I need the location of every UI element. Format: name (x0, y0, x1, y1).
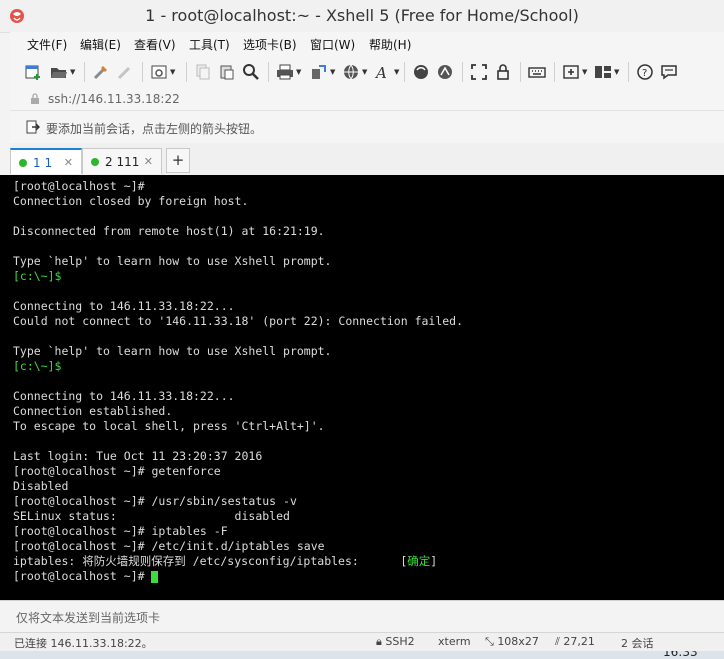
terminal-cursor (151, 570, 159, 583)
new-session-icon[interactable] (24, 62, 42, 82)
menu-bar: 文件(F) 编辑(E) 查看(V) 工具(T) 选项卡(B) 窗口(W) 帮助(… (10, 32, 724, 56)
terminal-line: Connection closed by foreign host. (13, 194, 249, 208)
menu-tools[interactable]: 工具(T) (189, 36, 230, 53)
fullscreen-icon[interactable] (470, 62, 488, 82)
lock-icon: 🔒︎ (376, 635, 382, 648)
reconnect-icon[interactable] (92, 62, 110, 82)
terminal-line: [root@localhost ~]# (13, 569, 159, 584)
protocol-status: 🔒︎ SSH2 (376, 635, 415, 649)
menu-tabs[interactable]: 选项卡(B) (243, 36, 297, 53)
cursor-position-status: ⫽ 27,21 (555, 635, 595, 649)
terminal-line: [root@localhost ~]# (13, 179, 145, 193)
address-bar: ssh://146.11.33.18:22 (10, 88, 724, 111)
disconnect-icon[interactable] (116, 62, 134, 82)
print-icon[interactable]: ▼ (276, 62, 301, 82)
compose-input[interactable]: 仅将文本发送到当前选项卡 (16, 609, 160, 626)
menu-file[interactable]: 文件(F) (27, 36, 67, 53)
menu-help[interactable]: 帮助(H) (369, 36, 411, 53)
connection-status: 已连接 146.11.33.18:22。 (14, 637, 153, 650)
local-shell-prompt: [c:\~]$ (13, 269, 62, 283)
terminal-area[interactable]: [root@localhost ~]# Connection closed by… (0, 175, 724, 600)
terminal-line: Last login: Tue Oct 11 23:20:37 2016 (13, 449, 263, 463)
tab-bar: 1 1 ✕ 2 111 ✕ + (10, 143, 724, 175)
svg-text:?: ? (642, 68, 647, 79)
terminal-line: iptables: 将防火墙规则保存到 /etc/sysconfig/iptab… (13, 554, 437, 569)
cursor-pos-label: 27,21 (563, 635, 595, 648)
paste-icon[interactable] (218, 62, 236, 82)
encoding-icon[interactable]: ▼ (342, 62, 367, 82)
lock-icon (31, 93, 39, 104)
size-status: ⤡ 108x27 (485, 635, 539, 649)
terminal-line: To escape to local shell, press 'Ctrl+Al… (13, 419, 325, 433)
terminal-type-status: xterm (438, 635, 471, 648)
ok-status: 确定 (407, 554, 431, 568)
protocol-label: SSH2 (385, 635, 415, 648)
session-address[interactable]: ssh://146.11.33.18:22 (48, 92, 180, 106)
xmanager-icon[interactable] (436, 62, 454, 82)
copy-icon[interactable] (194, 62, 212, 82)
xftp-icon[interactable] (412, 62, 430, 82)
terminal-text: ] (430, 554, 438, 568)
layout-icon[interactable]: ▼ (594, 62, 619, 82)
terminal-line: [root@localhost ~]# /etc/init.d/iptables… (13, 539, 325, 553)
terminal-line: [root@localhost ~]# /usr/sbin/sestatus -… (13, 494, 297, 508)
tab-label: 1 1 (33, 156, 53, 170)
lock-icon[interactable] (494, 62, 512, 82)
terminal-line: Type `help' to learn how to use Xshell p… (13, 254, 332, 268)
compose-bar[interactable]: 仅将文本发送到当前选项卡 (0, 600, 724, 633)
new-tab-button[interactable]: + (166, 148, 190, 173)
menu-edit[interactable]: 编辑(E) (80, 36, 121, 53)
terminal-line: Connecting to 146.11.33.18:22... (13, 389, 235, 403)
session-count-status: 2 会话 (621, 637, 654, 650)
menu-view[interactable]: 查看(V) (134, 36, 176, 53)
session-hint-bar: 要添加当前会话，点击左侧的箭头按钮。 (10, 111, 724, 144)
terminal-line: Disabled (13, 479, 69, 493)
session-hint-text: 要添加当前会话，点击左侧的箭头按钮。 (46, 122, 263, 136)
connection-status-icon (91, 158, 99, 166)
properties-icon[interactable]: ▼ (150, 62, 175, 82)
size-label: 108x27 (497, 635, 539, 648)
window-title: 1 - root@localhost:~ - Xshell 5 (Free fo… (145, 6, 579, 25)
local-shell-prompt: [c:\~]$ (13, 359, 62, 373)
terminal-text: iptables: 将防火墙规则保存到 /etc/sysconfig/iptab… (13, 554, 408, 568)
status-bar: 已连接 146.11.33.18:22。 🔒︎ SSH2 xterm ⤡ 108… (0, 632, 724, 652)
resize-icon: ⤡ (485, 635, 494, 648)
svg-text:A: A (374, 64, 387, 81)
tab-1[interactable]: 1 1 ✕ (10, 148, 82, 174)
transfer-icon[interactable]: ▼ (310, 62, 335, 82)
terminal-line: [root@localhost ~]# getenforce (13, 464, 221, 478)
terminal-text: [root@localhost ~]# (13, 569, 152, 583)
toolbar: ▼ ▼ ▼ ▼ ▼ A ▼ ▼ ▼ ? (10, 56, 724, 89)
terminal-line: Type `help' to learn how to use Xshell p… (13, 344, 332, 358)
connection-status-icon (19, 159, 27, 167)
cursor-icon: ⫽ (555, 635, 560, 648)
terminal-line: Disconnected from remote host(1) at 16:2… (13, 224, 325, 238)
add-session-arrow-icon[interactable] (26, 120, 40, 134)
terminal-line: [root@localhost ~]# iptables -F (13, 524, 228, 538)
keyboard-icon[interactable] (528, 62, 546, 82)
tab-label: 2 111 (105, 155, 140, 169)
font-icon[interactable]: A ▼ (374, 62, 399, 82)
taskbar-clock: 16:33 (663, 651, 698, 659)
terminal-line: Connection established. (13, 404, 173, 418)
terminal-line: SELinux status: disabled (13, 509, 290, 523)
title-bar: 1 - root@localhost:~ - Xshell 5 (Free fo… (0, 0, 724, 33)
close-tab-icon[interactable]: ✕ (64, 156, 73, 169)
close-tab-icon[interactable]: ✕ (144, 155, 153, 168)
terminal-line: Connecting to 146.11.33.18:22... (13, 299, 235, 313)
help-icon[interactable]: ? (636, 62, 654, 82)
find-icon[interactable] (242, 62, 260, 82)
terminal-line: Could not connect to '146.11.33.18' (por… (13, 314, 464, 328)
windows-taskbar: 16:33 (0, 651, 724, 659)
chat-icon[interactable] (660, 62, 678, 82)
tab-2[interactable]: 2 111 ✕ (82, 148, 162, 174)
compose-add-icon[interactable]: ▼ (562, 62, 587, 82)
menu-window[interactable]: 窗口(W) (310, 36, 355, 53)
open-folder-icon[interactable]: ▼ (50, 62, 75, 82)
